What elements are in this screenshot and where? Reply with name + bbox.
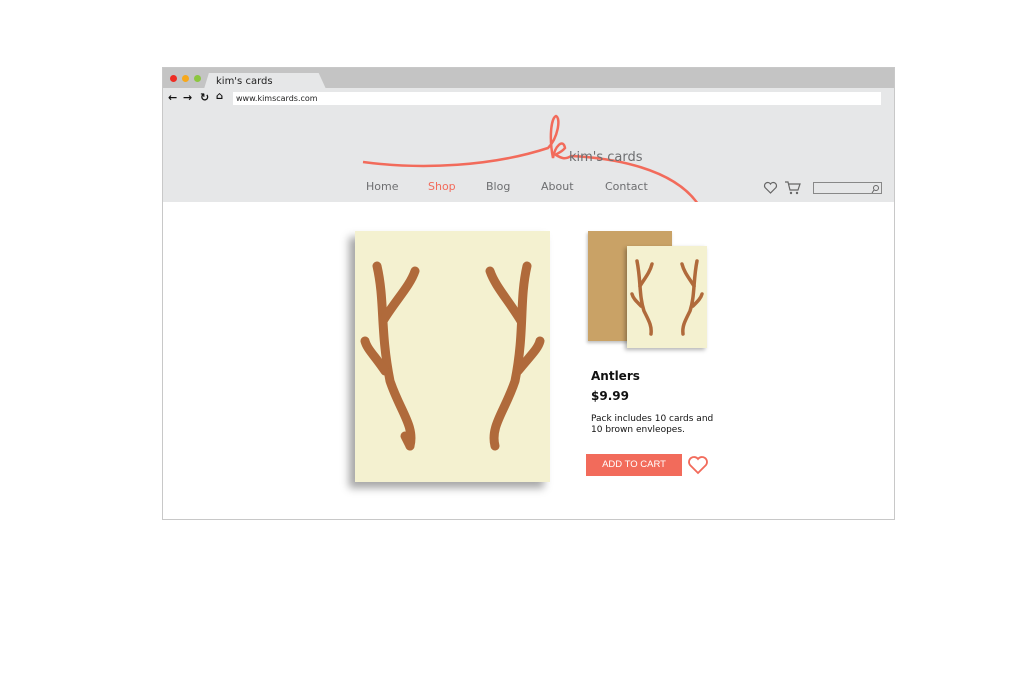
logo-text[interactable]: kim's cards — [569, 150, 643, 165]
home-icon[interactable]: ⌂ — [216, 91, 223, 102]
maximize-window-button[interactable] — [194, 75, 201, 82]
tab-bar: kim's cards — [163, 68, 894, 89]
reload-icon[interactable]: ↻ — [200, 91, 209, 104]
search-icon[interactable] — [871, 184, 880, 193]
product-title: Antlers — [591, 369, 640, 383]
product-thumbnail[interactable] — [627, 246, 707, 348]
nav-contact[interactable]: Contact — [605, 180, 648, 193]
site-header: kim's cards Home Shop Blog About Contact — [163, 108, 894, 202]
minimize-window-button[interactable] — [182, 75, 189, 82]
product-image[interactable] — [355, 231, 550, 482]
nav-shop[interactable]: Shop — [428, 180, 456, 193]
add-to-cart-button[interactable]: ADD TO CART — [586, 454, 682, 476]
forward-arrow-icon[interactable]: → — [183, 91, 192, 104]
product-price: $9.99 — [591, 389, 629, 403]
cart-icon[interactable] — [784, 180, 802, 195]
close-window-button[interactable] — [170, 75, 177, 82]
back-arrow-icon[interactable]: ← — [168, 91, 177, 104]
search-input[interactable] — [813, 182, 882, 194]
address-bar-row: ← → ↻ ⌂ www.kimscards.com — [163, 88, 894, 108]
wishlist-heart-icon[interactable] — [687, 454, 709, 476]
nav-home[interactable]: Home — [366, 180, 398, 193]
browser-tab[interactable]: kim's cards — [204, 73, 326, 89]
nav-blog[interactable]: Blog — [486, 180, 510, 193]
antlers-thumbnail — [630, 259, 704, 336]
heart-icon[interactable] — [763, 181, 778, 195]
url-input[interactable]: www.kimscards.com — [233, 92, 881, 105]
browser-window: kim's cards ← → ↻ ⌂ www.kimscards.com ki… — [162, 67, 895, 520]
antlers-illustration — [360, 261, 545, 451]
nav-about[interactable]: About — [541, 180, 574, 193]
product-description: Pack includes 10 cards and 10 brown envl… — [591, 414, 714, 435]
